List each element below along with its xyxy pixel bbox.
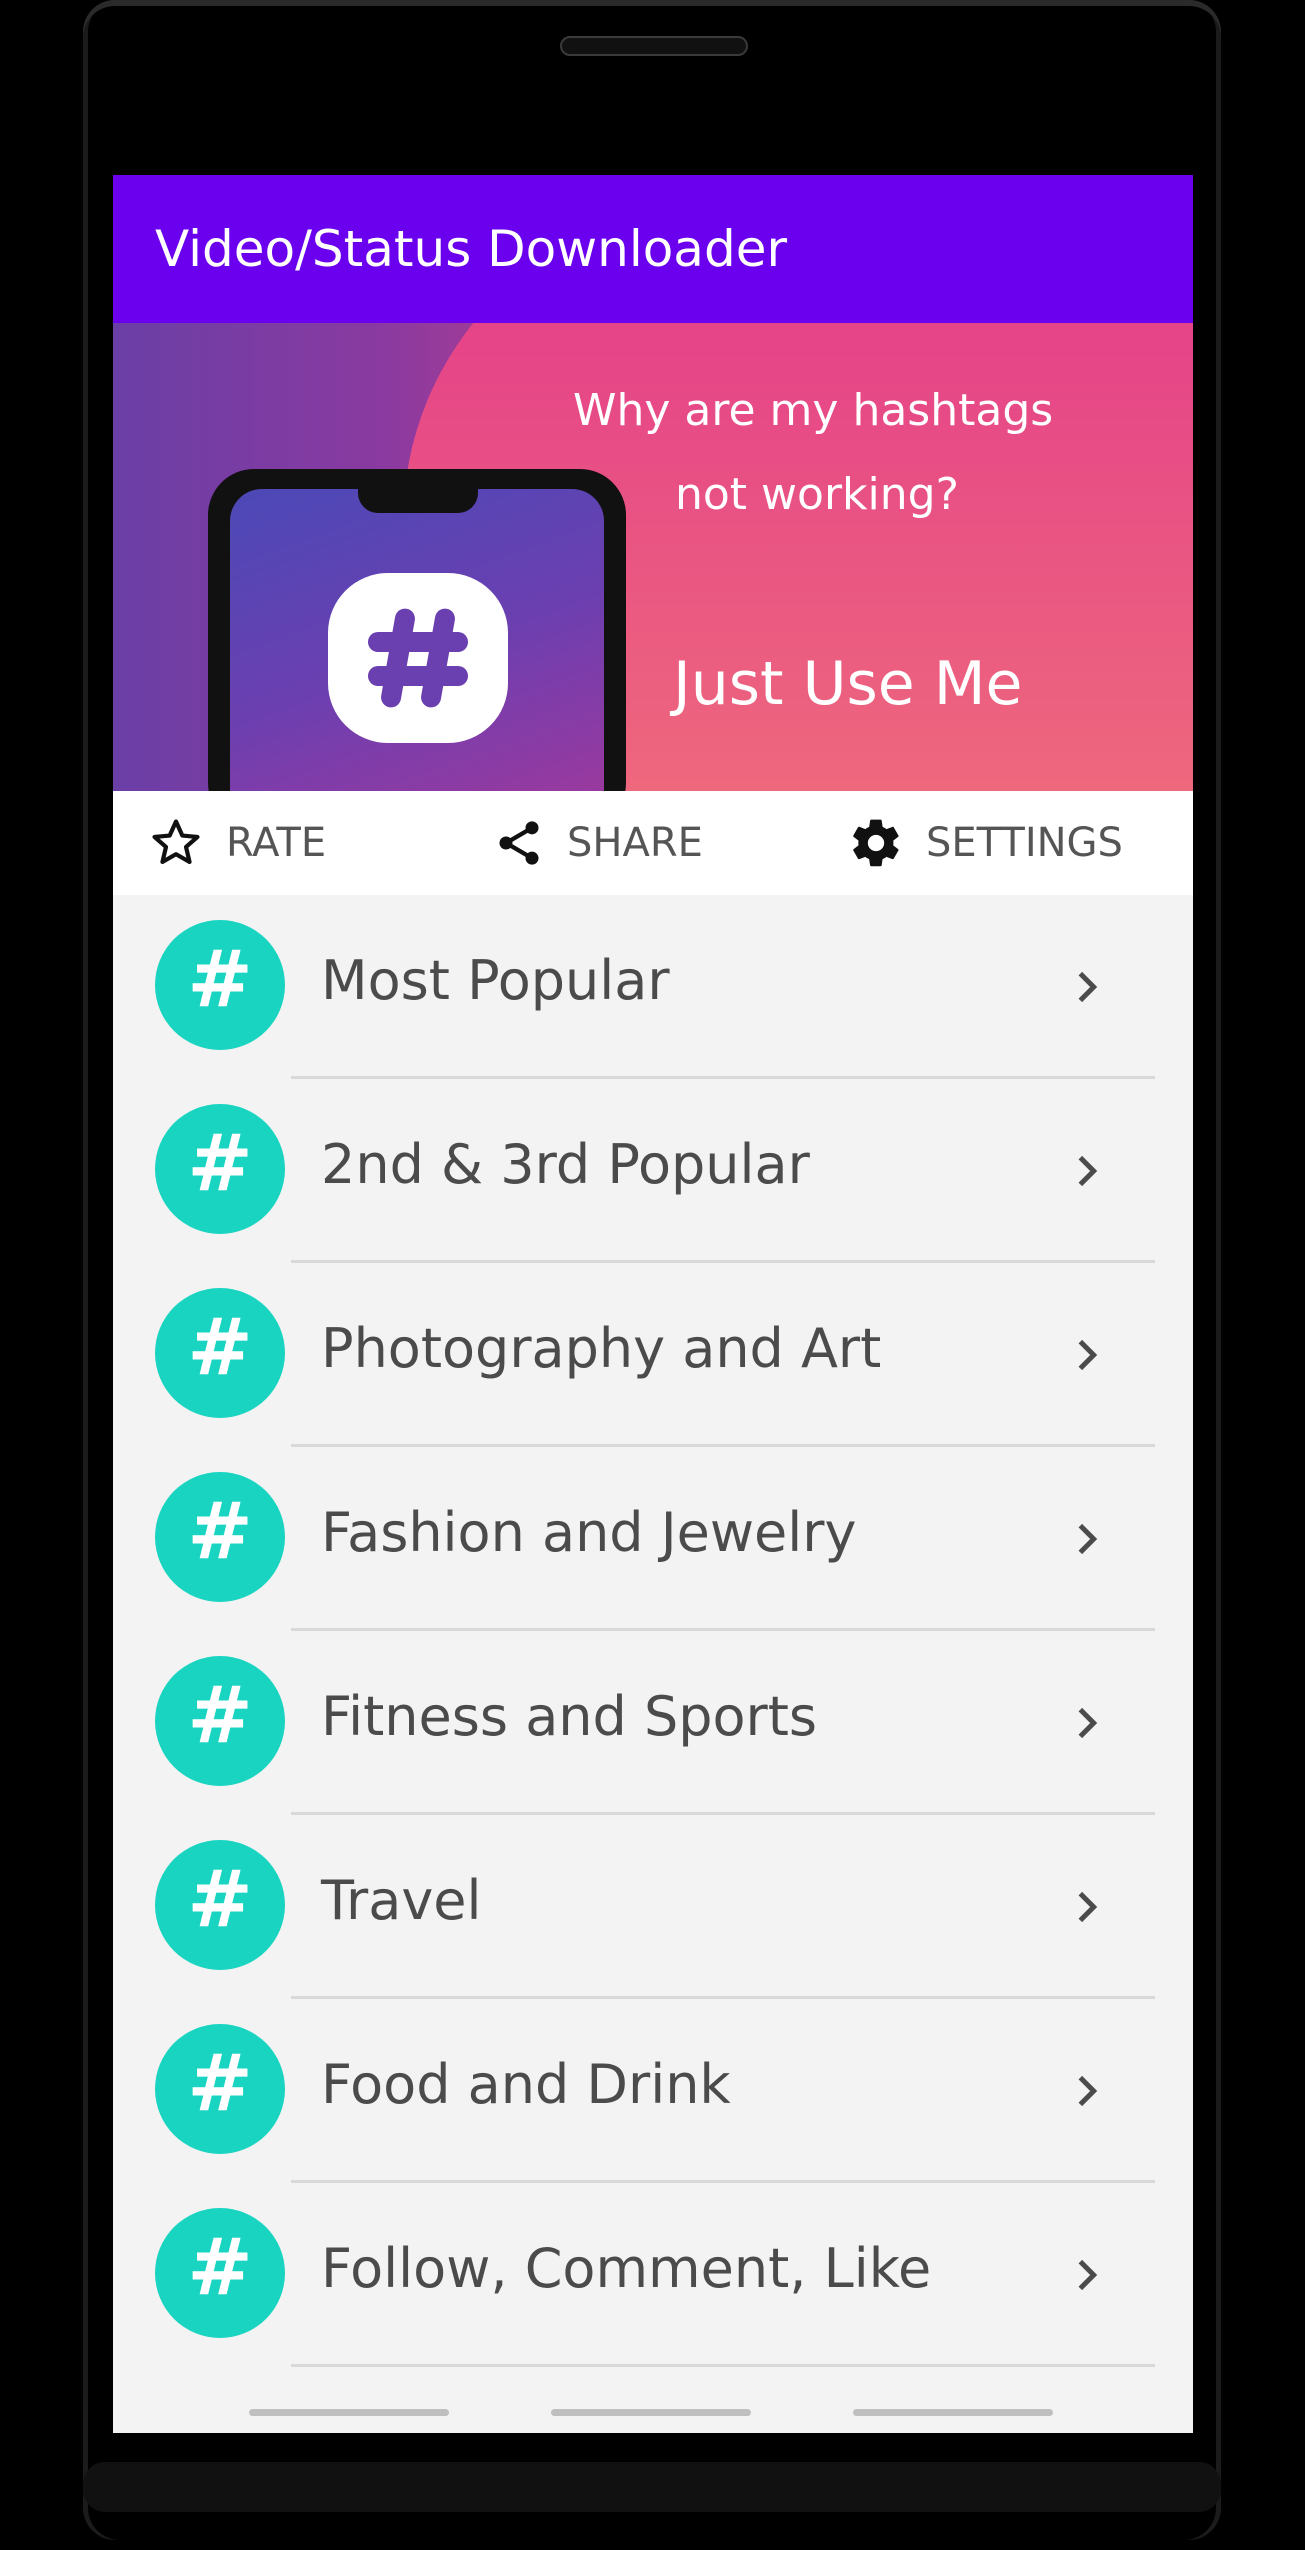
list-item-label: Food and Drink bbox=[321, 2052, 731, 2116]
app-bar: Video/Status Downloader bbox=[113, 175, 1193, 323]
bottom-indicator bbox=[113, 2409, 1193, 2419]
chevron-right-icon bbox=[1057, 1693, 1117, 1753]
list-item[interactable]: # Fashion and Jewelry bbox=[155, 1447, 1155, 1631]
app-screen: Video/Status Downloader Why are my hasht… bbox=[113, 175, 1193, 2433]
list-item-label: Fitness and Sports bbox=[321, 1684, 818, 1748]
chevron-right-icon bbox=[1057, 1509, 1117, 1569]
hashtag-icon: # bbox=[155, 920, 285, 1050]
list-item[interactable]: # 2nd & 3rd Popular bbox=[155, 1079, 1155, 1263]
list-item[interactable]: # Follow, Comment, Like bbox=[155, 2183, 1155, 2367]
list-item[interactable]: # Travel bbox=[155, 1815, 1155, 1999]
hashtag-icon: # bbox=[155, 1104, 285, 1234]
list-item[interactable]: # Photography and Art bbox=[155, 1263, 1155, 1447]
list-item[interactable]: # Most Popular bbox=[155, 895, 1155, 1079]
hashtag-icon: # bbox=[155, 1472, 285, 1602]
chevron-right-icon bbox=[1057, 1325, 1117, 1385]
list-item[interactable]: # Fitness and Sports bbox=[155, 1631, 1155, 1815]
chevron-right-icon bbox=[1057, 1877, 1117, 1937]
list-item[interactable]: # Food and Drink bbox=[155, 1999, 1155, 2183]
device-base bbox=[83, 2462, 1221, 2512]
share-label: SHARE bbox=[567, 820, 703, 866]
hashtag-icon: # bbox=[155, 1840, 285, 1970]
banner-text-line1: Why are my hashtags bbox=[573, 385, 1054, 436]
chevron-right-icon bbox=[1057, 1141, 1117, 1201]
settings-button[interactable]: SETTINGS bbox=[848, 791, 1123, 895]
banner-text-line2: not working? bbox=[675, 469, 959, 520]
list-item-label: Photography and Art bbox=[321, 1316, 882, 1380]
hashtag-icon: # bbox=[155, 2024, 285, 2154]
speaker-grille bbox=[560, 36, 748, 56]
list-item-label: Most Popular bbox=[321, 948, 670, 1012]
list-item-label: 2nd & 3rd Popular bbox=[321, 1132, 810, 1196]
rate-button[interactable]: RATE bbox=[148, 791, 326, 895]
app-title: Video/Status Downloader bbox=[155, 220, 788, 278]
category-list: # Most Popular # 2nd & 3rd Popular # Pho… bbox=[113, 895, 1193, 2367]
chevron-right-icon bbox=[1057, 2061, 1117, 2121]
banner-text-line3: Just Use Me bbox=[673, 649, 1023, 719]
list-item-label: Travel bbox=[321, 1868, 482, 1932]
promo-banner[interactable]: Why are my hashtags not working? Just Us… bbox=[113, 323, 1193, 791]
list-item-label: Follow, Comment, Like bbox=[321, 2236, 932, 2300]
list-item-label: Fashion and Jewelry bbox=[321, 1500, 857, 1564]
share-icon bbox=[499, 821, 539, 865]
chevron-right-icon bbox=[1057, 957, 1117, 1017]
hashtag-icon: # bbox=[155, 2208, 285, 2338]
divider bbox=[291, 2364, 1155, 2367]
hashtag-icon: # bbox=[155, 1656, 285, 1786]
hashtag-icon: # bbox=[155, 1288, 285, 1418]
settings-label: SETTINGS bbox=[926, 820, 1123, 866]
rate-label: RATE bbox=[226, 820, 327, 866]
gear-icon bbox=[853, 819, 899, 867]
hashtag-icon bbox=[328, 573, 508, 743]
share-button[interactable]: SHARE bbox=[493, 791, 703, 895]
star-icon bbox=[152, 819, 200, 864]
action-bar: RATE SHARE SETTINGS bbox=[113, 791, 1193, 895]
chevron-right-icon bbox=[1057, 2245, 1117, 2305]
